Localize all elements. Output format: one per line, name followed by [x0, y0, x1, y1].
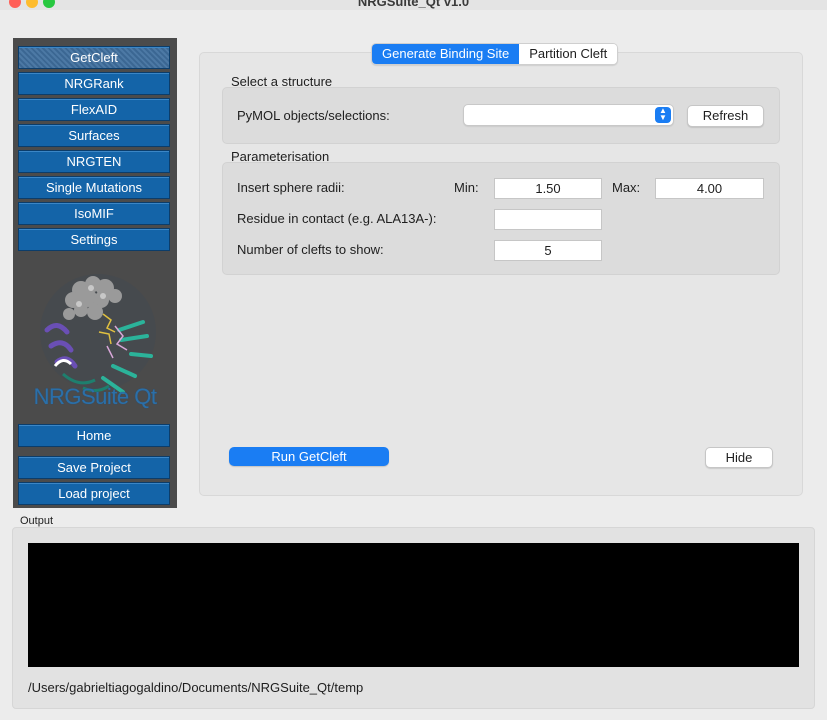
output-console[interactable] — [28, 543, 799, 667]
save-project-button[interactable]: Save Project — [18, 456, 170, 479]
residue-contact-label: Residue in contact (e.g. ALA13A-): — [237, 211, 437, 226]
home-button[interactable]: Home — [18, 424, 170, 447]
sidebar-item-nrgrank[interactable]: NRGRank — [18, 72, 170, 95]
run-getcleft-button[interactable]: Run GetCleft — [229, 447, 389, 466]
sidebar-item-flexaid[interactable]: FlexAID — [18, 98, 170, 121]
tab-partition-cleft[interactable]: Partition Cleft — [519, 44, 618, 64]
load-project-button[interactable]: Load project — [18, 482, 170, 505]
sidebar-item-single-mutations[interactable]: Single Mutations — [18, 176, 170, 199]
clefts-count-label: Number of clefts to show: — [237, 242, 384, 257]
tab-generate-binding-site[interactable]: Generate Binding Site — [372, 44, 520, 64]
pymol-objects-label: PyMOL objects/selections: — [237, 108, 390, 123]
clefts-count-input[interactable]: 5 — [494, 240, 602, 261]
min-radius-input[interactable]: 1.50 — [494, 178, 602, 199]
residue-contact-input[interactable] — [494, 209, 602, 230]
logo-text: NRGSuite Qt — [33, 384, 157, 409]
sphere-radii-label: Insert sphere radii: — [237, 180, 345, 195]
max-label: Max: — [612, 180, 641, 195]
chevron-updown-icon: ▲ ▼ — [655, 107, 671, 123]
title-bar: NRGSuite_Qt v1.0 — [0, 0, 827, 10]
sidebar: GetCleft NRGRank FlexAID Surfaces NRGTEN… — [13, 38, 177, 508]
sidebar-item-isomif[interactable]: IsoMIF — [18, 202, 170, 225]
sidebar-item-surfaces[interactable]: Surfaces — [18, 124, 170, 147]
min-label: Min: — [454, 180, 479, 195]
sidebar-item-nrgten[interactable]: NRGTEN — [18, 150, 170, 173]
hide-button[interactable]: Hide — [705, 447, 773, 468]
output-label: Output — [20, 515, 54, 527]
refresh-button[interactable]: Refresh — [687, 105, 764, 127]
max-radius-input[interactable]: 4.00 — [655, 178, 764, 199]
tab-bar: Generate Binding Site Partition Cleft — [371, 43, 619, 65]
sidebar-item-getcleft[interactable]: GetCleft — [18, 46, 170, 69]
pymol-objects-select[interactable]: ▲ ▼ — [463, 104, 674, 126]
output-path: /Users/gabrieltiagogaldino/Documents/NRG… — [28, 680, 364, 695]
window-title: NRGSuite_Qt v1.0 — [357, 0, 470, 9]
sidebar-item-settings[interactable]: Settings — [18, 228, 170, 251]
